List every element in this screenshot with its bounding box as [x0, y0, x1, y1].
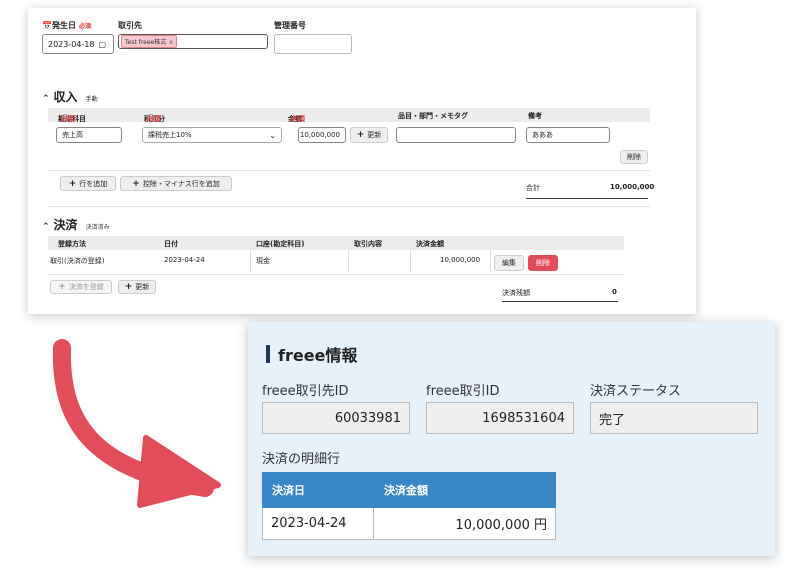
detail-table: 決済日 決済金額 2023-04-24 10,000,000 円: [262, 472, 556, 540]
cell-divider: [348, 250, 349, 272]
note-input[interactable]: あああ: [526, 127, 610, 143]
col-content: 取引内容: [354, 240, 382, 248]
settlement-table-header: 登録方法 日付 口座(勘定科目) 取引内容 決済金額: [48, 236, 624, 250]
remaining-label: 決済残額: [502, 289, 530, 297]
status-label: 決済ステータス: [590, 384, 682, 399]
partner-tag[interactable]: Test freee株式 x: [121, 35, 177, 48]
deal-form-card: 📅発生日 必須 2023-04-18 ▢ 取引先 Test freee株式 x 管理…: [28, 8, 696, 314]
settlement-status: 決済済み: [85, 224, 110, 231]
manage-no-input[interactable]: [274, 34, 352, 54]
add-deduction-row-button[interactable]: + 控除・マイナス行を追加: [120, 176, 232, 191]
deal-id-field: 1698531604: [426, 402, 574, 434]
plus-icon: +: [356, 130, 365, 140]
delete-settlement-button[interactable]: 削除: [528, 255, 558, 271]
income-section-title[interactable]: ⌃ 収入 手動: [42, 88, 98, 105]
col-pay-account: 口座(勘定科目): [256, 240, 305, 248]
settlement-section-title[interactable]: ⌃ 決済 決済済み: [42, 216, 110, 233]
issue-date-label: 📅発生日 必須: [42, 21, 91, 30]
calendar-icon: 📅: [42, 21, 52, 30]
arrow-shaft: [52, 339, 214, 497]
cell-divider: [490, 250, 491, 272]
plus-icon: +: [58, 282, 66, 292]
freee-info-title: freee情報: [266, 342, 357, 366]
amount-input[interactable]: 10,000,000: [298, 127, 346, 143]
manage-no-label: 管理番号: [274, 21, 306, 30]
divider: [48, 170, 650, 171]
issue-date-input[interactable]: 2023-04-18 ▢: [42, 34, 114, 54]
deal-id-label: freee取引ID: [426, 384, 500, 399]
delete-row-button[interactable]: 削除: [620, 150, 648, 164]
settlement-date: 2023-04-24: [164, 256, 205, 264]
partner-input[interactable]: Test freee株式 x: [118, 34, 268, 49]
col-pay-amount: 決済金額: [416, 240, 444, 248]
detail-date: 2023-04-24: [263, 508, 375, 539]
chevron-down-icon: ⌄: [269, 130, 276, 140]
settlement-method: 取引(決済の登録): [50, 257, 105, 265]
chevron-up-icon: ⌃: [42, 94, 50, 104]
col-pay-date: 決済日: [272, 484, 305, 497]
total-underline: [526, 198, 648, 199]
settlement-account: 現金: [256, 257, 270, 265]
item-tag-input[interactable]: [396, 127, 516, 143]
remove-tag-icon[interactable]: x: [169, 39, 173, 46]
update-amount-button[interactable]: + 更新: [350, 127, 388, 143]
remaining-value: 0: [612, 288, 617, 296]
income-table-header: 勘定科目?必須 税区分?必須 金額必須 品目・部門・メモタグ 備考: [48, 108, 650, 123]
partner-id-field: 60033981: [262, 402, 410, 434]
arrow-head: [137, 435, 221, 508]
issue-date-value: 2023-04-18: [48, 39, 95, 49]
calendar-picker-icon[interactable]: ▢: [99, 40, 107, 49]
register-settlement-button[interactable]: + 決済を登録: [50, 280, 112, 294]
total-label: 合計: [526, 184, 540, 192]
col-date: 日付: [164, 240, 178, 248]
tax-select[interactable]: 課税売上10% ⌄: [142, 127, 282, 143]
edit-settlement-button[interactable]: 編集: [494, 255, 524, 271]
account-input[interactable]: 売上高: [56, 127, 122, 143]
plus-icon: +: [132, 178, 140, 189]
detail-table-header: 決済日 決済金額: [262, 472, 556, 508]
total-value: 10,000,000: [610, 183, 655, 191]
remaining-underline: [502, 301, 618, 302]
partner-id-label: freee取引先ID: [262, 384, 349, 399]
divider: [48, 206, 650, 207]
title-accent-bar: [266, 345, 270, 363]
detail-amount: 10,000,000 円: [455, 518, 547, 533]
cell-divider: [250, 250, 251, 272]
col-pay-amount: 決済金額: [384, 484, 428, 497]
col-method: 登録方法: [58, 240, 86, 248]
add-row-button[interactable]: + 行を追加: [60, 176, 116, 191]
cell-divider: [410, 250, 411, 272]
table-row: 2023-04-24 10,000,000 円: [262, 508, 556, 540]
plus-icon: +: [124, 282, 133, 292]
col-item: 品目・部門・メモタグ: [398, 112, 468, 120]
divider: [48, 274, 624, 275]
freee-info-panel: freee情報 freee取引先ID 60033981 freee取引ID 16…: [248, 322, 775, 556]
chevron-up-icon: ⌃: [42, 222, 50, 232]
col-note: 備考: [528, 112, 542, 120]
income-mode: 手動: [85, 96, 98, 103]
settlement-amount: 10,000,000: [440, 256, 481, 264]
partner-label: 取引先: [118, 21, 142, 30]
plus-icon: +: [68, 178, 77, 189]
detail-label: 決済の明細行: [262, 452, 341, 467]
tax-select-value: 課税売上10%: [148, 131, 192, 139]
status-field: 完了: [590, 402, 758, 434]
update-settlement-button[interactable]: + 更新: [118, 280, 156, 294]
